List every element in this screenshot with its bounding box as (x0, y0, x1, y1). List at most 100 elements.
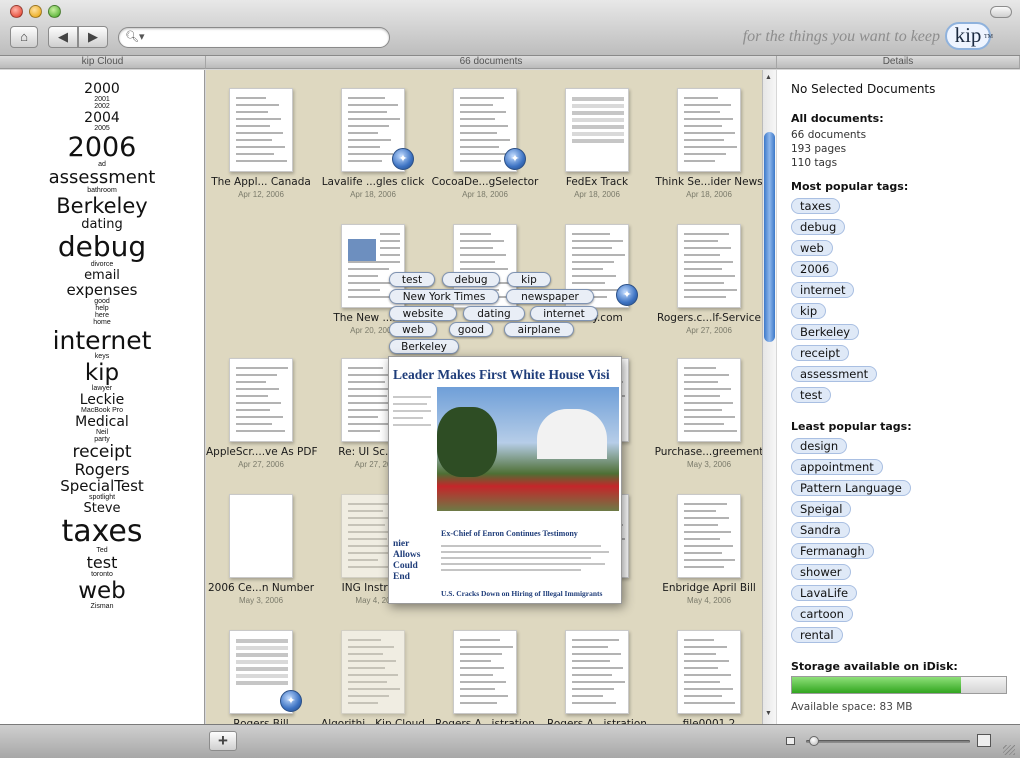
hover-tag[interactable]: newspaper (506, 289, 594, 304)
cloud-tag[interactable]: spotlight (0, 494, 204, 501)
document-item[interactable]: AppleScr....ve As PDF Apr 27, 2006 (206, 358, 318, 469)
search-field[interactable]: 🔍︎▾ (118, 27, 390, 48)
cloud-tag[interactable]: web (0, 580, 204, 603)
document-thumbnail[interactable] (677, 88, 741, 172)
cloud-tag[interactable]: 2004 (0, 111, 204, 125)
add-document-button[interactable]: + (209, 731, 237, 751)
hover-tag[interactable]: Berkeley (389, 339, 459, 354)
resize-grip[interactable] (1003, 745, 1015, 755)
document-thumbnail[interactable] (677, 224, 741, 308)
hover-tag[interactable]: internet (530, 306, 598, 321)
tag-pill[interactable]: Fermanagh (791, 543, 874, 559)
zoom-window-button[interactable] (48, 5, 61, 18)
tag-pill[interactable]: LavaLife (791, 585, 858, 601)
hover-tag[interactable]: good (449, 322, 493, 337)
back-button[interactable]: ◀ (48, 26, 78, 48)
cloud-tag[interactable]: divorce (0, 261, 204, 268)
tag-pill[interactable]: assessment (791, 366, 878, 382)
cloud-tag[interactable]: Zisman (0, 603, 204, 610)
document-thumbnail[interactable] (453, 630, 517, 714)
minimize-window-button[interactable] (29, 5, 42, 18)
document-item[interactable]: Rogers.c...lf-Service Apr 27, 2006 (654, 224, 762, 335)
zoom-slider-knob[interactable] (809, 736, 820, 746)
document-preview[interactable]: Leader Makes First White House Visi nier… (388, 356, 622, 604)
cloud-tag[interactable]: lawyer (0, 385, 204, 392)
document-item[interactable]: Rogers A...istration (542, 630, 652, 724)
cloud-tag[interactable]: receipt (0, 444, 204, 461)
forward-button[interactable]: ▶ (78, 26, 108, 48)
document-item[interactable]: FedEx Track Apr 18, 2006 (542, 88, 652, 199)
cloud-tag[interactable]: test (0, 555, 204, 571)
hover-tag[interactable]: New York Times (389, 289, 499, 304)
scroll-down-icon[interactable]: ▼ (765, 710, 772, 717)
tag-pill[interactable]: taxes (791, 198, 841, 214)
hover-tag[interactable]: test (389, 272, 435, 287)
tag-pill[interactable]: Speigal (791, 501, 852, 517)
scroll-thumb[interactable] (764, 132, 775, 342)
cloud-tag[interactable]: 2000 (0, 82, 204, 96)
cloud-tag[interactable]: 2001 (0, 96, 204, 103)
cloud-tag[interactable]: MacBook Pro (0, 407, 204, 414)
document-item[interactable]: Purchase...greement May 3, 2006 (654, 358, 762, 469)
close-window-button[interactable] (10, 5, 23, 18)
cloud-tag[interactable]: bathroom (0, 187, 204, 194)
cloud-tag[interactable]: debug (0, 233, 204, 261)
hover-tag[interactable]: debug (442, 272, 500, 287)
cloud-tag[interactable]: kip (0, 362, 204, 385)
cloud-tag[interactable]: toronto (0, 571, 204, 578)
cloud-tag[interactable]: keys (0, 353, 204, 360)
tag-pill[interactable]: Berkeley (791, 324, 860, 340)
document-thumbnail[interactable] (229, 88, 293, 172)
document-thumbnail[interactable] (677, 358, 741, 442)
cloud-tag[interactable]: 2005 (0, 125, 204, 132)
document-thumbnail[interactable] (341, 630, 405, 714)
large-thumbnail-icon[interactable] (977, 734, 991, 747)
zoom-slider[interactable] (806, 736, 970, 746)
cloud-tag[interactable]: 2002 (0, 103, 204, 110)
tag-pill[interactable]: cartoon (791, 606, 853, 622)
home-button[interactable]: ⌂ (10, 26, 38, 48)
cloud-tag[interactable]: taxes (0, 517, 204, 547)
cloud-tag[interactable]: SpecialTest (0, 479, 204, 494)
document-item[interactable]: Think Se...ider News Apr 18, 2006 (654, 88, 762, 199)
document-thumbnail[interactable] (677, 494, 741, 578)
tag-pill[interactable]: receipt (791, 345, 849, 361)
document-thumbnail[interactable] (677, 630, 741, 714)
tag-pill[interactable]: test (791, 387, 832, 403)
cloud-tag[interactable]: Rogers (0, 462, 204, 478)
document-item[interactable]: Enbridge April Bill May 4, 2006 (654, 494, 762, 605)
document-item[interactable]: 2006 Ce...n Number May 3, 2006 (206, 494, 316, 605)
tag-pill[interactable]: kip (791, 303, 827, 319)
hover-tag[interactable]: airplane (504, 322, 574, 337)
cloud-tag[interactable]: Leckie (0, 393, 204, 407)
document-item[interactable]: Rogers A...istration (430, 630, 540, 724)
tag-pill[interactable]: debug (791, 219, 846, 235)
hover-tag[interactable]: website (389, 306, 457, 321)
document-thumbnail[interactable] (565, 88, 629, 172)
toolbar-toggle-button[interactable] (990, 6, 1012, 18)
small-thumbnail-icon[interactable] (786, 737, 795, 745)
tag-pill[interactable]: 2006 (791, 261, 839, 277)
cloud-tag[interactable]: expenses (0, 283, 204, 298)
document-item[interactable]: file0001 2 (654, 630, 762, 724)
document-item[interactable]: Rogers Bill ✦ (206, 630, 316, 724)
tag-pill[interactable]: Sandra (791, 522, 850, 538)
cloud-tag[interactable]: internet (0, 328, 204, 353)
tag-pill[interactable]: rental (791, 627, 843, 643)
tag-pill[interactable]: web (791, 240, 833, 256)
cloud-tag[interactable]: assessment (0, 169, 204, 187)
cloud-tag[interactable]: 2006 (0, 134, 204, 161)
document-thumbnail[interactable] (565, 630, 629, 714)
tag-pill[interactable]: appointment (791, 459, 883, 475)
search-input[interactable] (143, 30, 383, 45)
document-item[interactable]: Algorithi...Kip Cloud (318, 630, 428, 724)
document-item[interactable]: The Appl... Canada Apr 12, 2006 (206, 88, 316, 199)
tag-pill[interactable]: design (791, 438, 848, 454)
tag-pill[interactable]: internet (791, 282, 855, 298)
cloud-tag[interactable]: help (0, 305, 204, 312)
documents-scrollbar[interactable]: ▲ ▼ (762, 70, 776, 724)
document-thumbnail[interactable] (229, 494, 293, 578)
hover-tag[interactable]: web (389, 322, 437, 337)
cloud-tag[interactable]: good (0, 298, 204, 305)
document-item[interactable]: CocoaDe...gSelector Apr 18, 2006 ✦ (430, 88, 540, 199)
